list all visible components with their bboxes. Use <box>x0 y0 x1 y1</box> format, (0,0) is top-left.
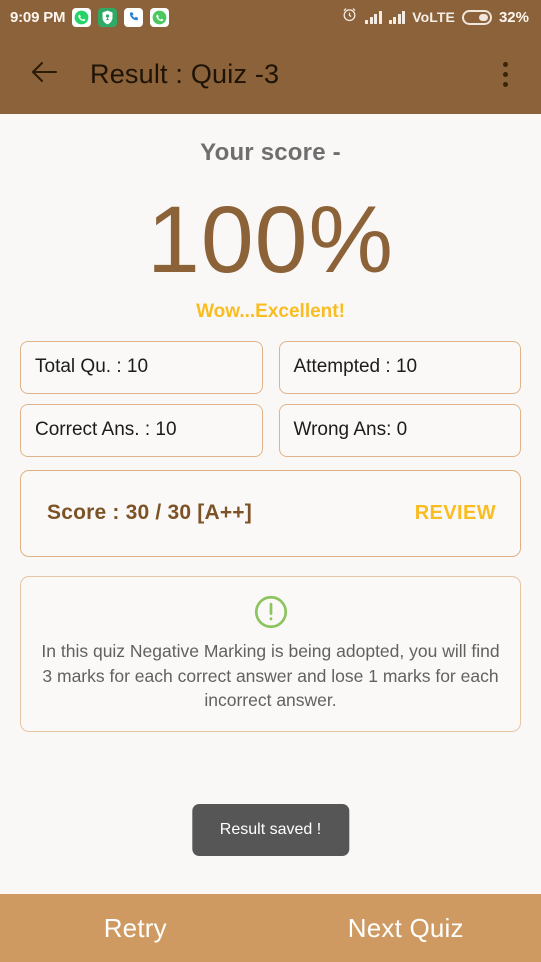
overflow-menu-button[interactable] <box>485 50 525 98</box>
status-bar-left: 9:09 PM <box>10 7 170 27</box>
next-quiz-button[interactable]: Next Quiz <box>271 913 541 944</box>
overflow-menu-icon-dot <box>502 61 508 67</box>
location-shield-icon <box>98 7 118 27</box>
overflow-menu-icon-dot <box>502 81 508 87</box>
negative-marking-note: In this quiz Negative Marking is being a… <box>20 575 521 733</box>
back-arrow-icon <box>29 59 59 90</box>
status-bar: 9:09 PM VoLTE 32% <box>0 0 541 34</box>
battery-percent-label: 32% <box>498 8 529 26</box>
network-type-label: VoLTE <box>412 9 455 25</box>
negative-marking-text: In this quiz Negative Marking is being a… <box>41 640 500 711</box>
toast-message: Result saved ! <box>191 804 350 856</box>
signal-bars-icon-2 <box>388 10 406 24</box>
stat-attempted: Attempted : 10 <box>278 340 521 394</box>
whatsapp-business-icon <box>150 7 170 27</box>
whatsapp-icon <box>72 7 92 27</box>
bottom-action-bar: Retry Next Quiz <box>0 894 541 962</box>
status-bar-right: VoLTE 32% <box>341 6 529 28</box>
review-button[interactable]: REVIEW <box>415 502 496 525</box>
exclamation-circle-icon <box>252 593 290 631</box>
result-content: Your score - 100% Wow...Excellent! Total… <box>0 114 541 894</box>
retry-button[interactable]: Retry <box>0 913 271 944</box>
back-button[interactable] <box>22 52 66 96</box>
battery-icon <box>461 9 492 25</box>
alarm-clock-icon <box>341 6 358 28</box>
stat-wrong-answers: Wrong Ans: 0 <box>278 403 521 457</box>
stat-total-questions: Total Qu. : 10 <box>20 340 263 394</box>
score-label: Your score - <box>200 139 341 166</box>
phone-icon <box>124 7 144 27</box>
score-percent: 100% <box>147 187 394 293</box>
page-title: Result : Quiz -3 <box>90 58 280 89</box>
score-summary-box: Score : 30 / 30 [A++] REVIEW <box>20 469 521 557</box>
stat-correct-answers: Correct Ans. : 10 <box>20 403 263 457</box>
praise-message: Wow...Excellent! <box>196 300 345 322</box>
signal-bars-icon-1 <box>365 10 382 24</box>
status-clock: 9:09 PM <box>10 8 66 26</box>
overflow-menu-icon-dot <box>502 71 508 77</box>
score-summary-text: Score : 30 / 30 [A++] <box>47 501 252 525</box>
app-bar: Result : Quiz -3 <box>0 34 541 114</box>
stats-grid: Total Qu. : 10 Attempted : 10 Correct An… <box>20 340 521 457</box>
